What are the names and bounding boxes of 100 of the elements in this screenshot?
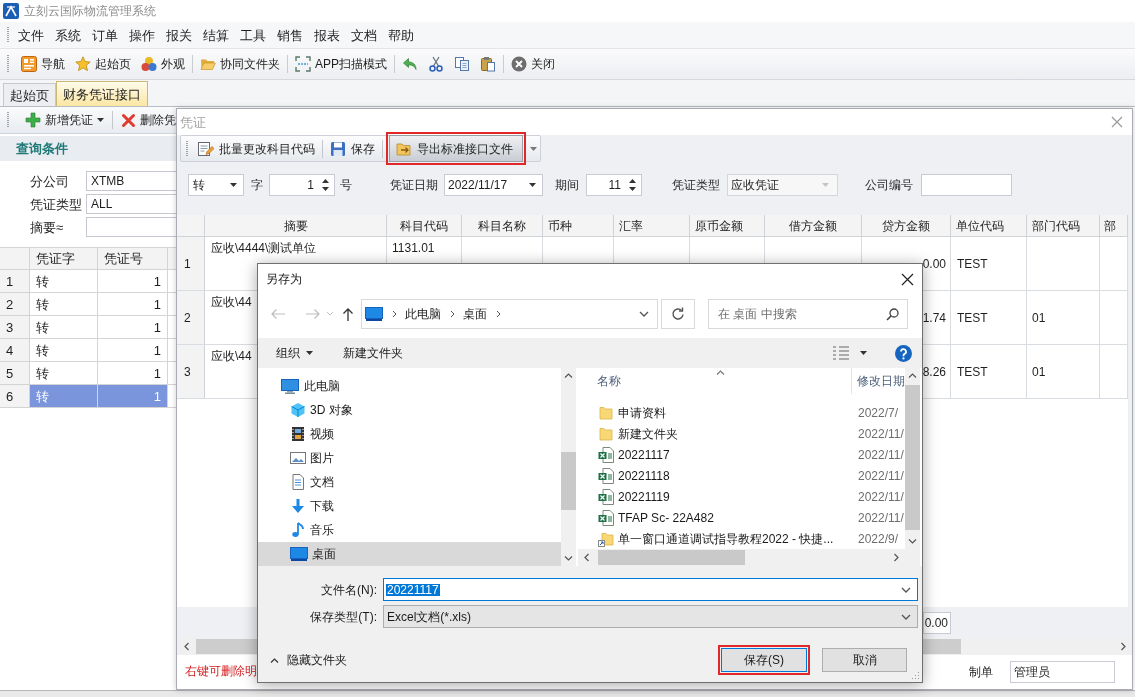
forward-button[interactable] <box>305 307 321 320</box>
menu-item[interactable]: 文件 <box>12 25 49 45</box>
hide-folders-toggle[interactable]: 隐藏文件夹 <box>270 654 347 666</box>
menu-item[interactable]: 销售 <box>271 25 308 45</box>
toolbar-button[interactable]: 保存 <box>326 137 379 160</box>
file-name[interactable]: 20221118 <box>618 469 670 482</box>
toolbar-button[interactable]: 协同文件夹 <box>195 52 285 76</box>
file-name-field[interactable]: 20221117 <box>383 578 918 601</box>
column-header[interactable]: 名称 <box>597 375 621 387</box>
close-button[interactable] <box>900 272 914 286</box>
dialog-button[interactable]: 保存(S) <box>721 648 807 672</box>
text-field[interactable] <box>86 217 176 237</box>
close-icon <box>1111 116 1123 128</box>
menu-item[interactable]: 订单 <box>86 25 123 45</box>
scrollbar-thumb[interactable] <box>905 385 920 530</box>
table-cell: 转 <box>36 389 49 403</box>
table-cell: 转 <box>36 297 49 311</box>
grip-handle-icon <box>6 26 10 44</box>
tab[interactable]: 财务凭证接口 <box>56 81 148 106</box>
file-name[interactable]: 20221119 <box>618 490 670 503</box>
view-options-button[interactable] <box>832 346 867 360</box>
refresh-icon <box>671 306 685 321</box>
column-header[interactable]: 修改日期 <box>857 375 905 387</box>
organize-button[interactable]: 组织 <box>276 347 313 359</box>
table-row[interactable]: 3 转 1 <box>0 316 176 339</box>
scrollbar-thumb[interactable] <box>598 550 745 565</box>
up-arrow-icon <box>342 306 354 321</box>
toolbar-button[interactable]: 起始页 <box>70 52 136 76</box>
column-header: 摘要 <box>283 219 308 232</box>
toolbar-button[interactable]: 删除凭 <box>117 109 176 131</box>
dropdown[interactable]: 转 <box>188 174 244 196</box>
text-field[interactable] <box>921 174 1012 196</box>
caret-down-icon <box>822 183 829 187</box>
text-field[interactable]: 管理员 <box>1010 661 1115 683</box>
toolbar-button[interactable]: 外观 <box>136 52 190 76</box>
undo-icon <box>402 56 418 72</box>
table-row[interactable]: 5 转 1 <box>0 362 176 385</box>
recent-locations-button[interactable] <box>326 311 334 316</box>
search-field[interactable]: 在 桌面 中搜索 <box>708 298 908 329</box>
refresh-button[interactable] <box>661 298 695 329</box>
number-spinner[interactable]: 1 <box>269 174 335 196</box>
file-name[interactable]: 单一窗口通道调试指导教程2022 - 快捷... <box>618 532 834 545</box>
up-button[interactable] <box>342 306 354 321</box>
table-cell: 1 <box>153 389 161 403</box>
field-label: 文件名(N): <box>321 583 377 596</box>
menu-item[interactable]: 文档 <box>345 25 382 45</box>
spheres-icon <box>141 56 157 72</box>
tab[interactable]: 起始页 <box>3 83 56 106</box>
file-name[interactable]: 20221117 <box>618 448 670 461</box>
menu-item[interactable]: 报关 <box>160 25 197 45</box>
field-label: 摘要≈ <box>30 220 65 234</box>
help-button[interactable] <box>895 344 912 362</box>
scrollbar-thumb[interactable] <box>561 452 576 510</box>
menu-item[interactable]: 工具 <box>234 25 271 45</box>
breadcrumb-item[interactable]: 此电脑 <box>405 307 441 320</box>
table-row[interactable]: 6 转 1 <box>0 385 176 408</box>
menu-item[interactable]: 系统 <box>49 25 86 45</box>
file-name[interactable]: 申请资料 <box>618 406 666 419</box>
file-type-dropdown[interactable]: Excel文档(*.xls) <box>383 605 918 628</box>
toolbar-button[interactable]: 导出标准接口文件 <box>389 135 523 162</box>
date-picker[interactable]: 2022/11/17 <box>444 174 543 196</box>
new-folder-button[interactable]: 新建文件夹 <box>343 347 403 359</box>
address-bar[interactable]: 此电脑 桌面 <box>361 298 658 329</box>
menu-item[interactable]: 操作 <box>123 25 160 45</box>
file-date: 2022/9/ <box>857 532 899 545</box>
table-cell: 转 <box>36 274 49 288</box>
table-row[interactable]: 4 转 1 <box>0 339 176 362</box>
back-button[interactable] <box>270 307 286 320</box>
table-cell: TEST <box>957 257 988 270</box>
copy-icon <box>454 56 470 72</box>
file-name[interactable]: 新建文件夹 <box>618 427 678 440</box>
menu-item[interactable]: 结算 <box>197 25 234 45</box>
tree-item[interactable]: 桌面 <box>258 542 561 566</box>
file-name[interactable]: TFAP Sc- 22A482 <box>618 511 714 524</box>
table-cell: 1 <box>153 274 161 288</box>
menu-item[interactable]: 报表 <box>308 25 345 45</box>
grip-handle-icon <box>185 139 189 158</box>
toolbar-button[interactable]: 新增凭证 <box>21 109 108 131</box>
file-date: 2022/11/ <box>857 511 904 524</box>
text-field[interactable]: ALL <box>86 194 176 214</box>
dialog-button[interactable]: 取消 <box>822 648 907 672</box>
row-number: 3 <box>177 345 205 398</box>
menu-item[interactable]: 帮助 <box>382 25 419 45</box>
toolbar-button[interactable]: APP扫描模式 <box>290 52 392 76</box>
table-row[interactable]: 1 转 1 <box>0 270 176 293</box>
text-field[interactable]: XTMB <box>86 171 176 191</box>
forward-arrow-icon <box>305 307 321 320</box>
export-folder-icon <box>396 140 412 157</box>
more-caret-icon[interactable] <box>530 146 537 151</box>
breadcrumb-item[interactable]: 桌面 <box>463 307 487 320</box>
toolbar-button[interactable]: 导航 <box>16 52 70 76</box>
toolbar-button[interactable]: 批量更改科目代码 <box>193 137 319 160</box>
table-cell: 1 <box>153 343 161 357</box>
toolbar-button[interactable]: 关闭 <box>506 52 560 76</box>
total-field: 0.00 <box>923 611 951 634</box>
table-cell: 1131.01 <box>392 242 435 254</box>
table-row[interactable]: 2 转 1 <box>0 293 176 316</box>
window-title: 立刻云国际物流管理系统 <box>24 5 156 17</box>
column-header: 借方金额 <box>789 219 837 232</box>
number-spinner[interactable]: 11 <box>586 174 642 196</box>
